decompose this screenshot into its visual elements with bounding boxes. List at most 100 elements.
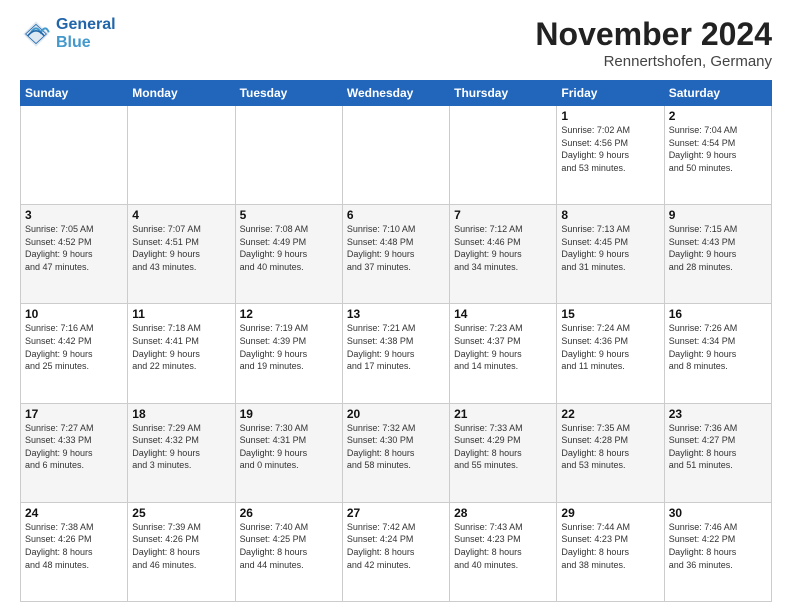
day-number: 15 [561, 307, 659, 321]
day-number: 6 [347, 208, 445, 222]
day-info: Sunrise: 7:05 AM Sunset: 4:52 PM Dayligh… [25, 223, 123, 273]
day-number: 25 [132, 506, 230, 520]
day-cell [450, 106, 557, 205]
day-cell: 28Sunrise: 7:43 AM Sunset: 4:23 PM Dayli… [450, 502, 557, 601]
day-cell: 14Sunrise: 7:23 AM Sunset: 4:37 PM Dayli… [450, 304, 557, 403]
day-info: Sunrise: 7:13 AM Sunset: 4:45 PM Dayligh… [561, 223, 659, 273]
day-number: 9 [669, 208, 767, 222]
day-cell: 19Sunrise: 7:30 AM Sunset: 4:31 PM Dayli… [235, 403, 342, 502]
day-info: Sunrise: 7:38 AM Sunset: 4:26 PM Dayligh… [25, 521, 123, 571]
day-cell: 8Sunrise: 7:13 AM Sunset: 4:45 PM Daylig… [557, 205, 664, 304]
day-number: 10 [25, 307, 123, 321]
day-number: 11 [132, 307, 230, 321]
day-cell: 5Sunrise: 7:08 AM Sunset: 4:49 PM Daylig… [235, 205, 342, 304]
logo-text: General Blue [56, 16, 116, 51]
day-info: Sunrise: 7:29 AM Sunset: 4:32 PM Dayligh… [132, 422, 230, 472]
day-info: Sunrise: 7:02 AM Sunset: 4:56 PM Dayligh… [561, 124, 659, 174]
day-number: 14 [454, 307, 552, 321]
day-info: Sunrise: 7:27 AM Sunset: 4:33 PM Dayligh… [25, 422, 123, 472]
logo: General Blue [20, 16, 116, 51]
day-info: Sunrise: 7:18 AM Sunset: 4:41 PM Dayligh… [132, 322, 230, 372]
week-row-0: 1Sunrise: 7:02 AM Sunset: 4:56 PM Daylig… [21, 106, 772, 205]
day-number: 13 [347, 307, 445, 321]
day-info: Sunrise: 7:44 AM Sunset: 4:23 PM Dayligh… [561, 521, 659, 571]
day-cell [128, 106, 235, 205]
day-number: 28 [454, 506, 552, 520]
day-number: 17 [25, 407, 123, 421]
day-info: Sunrise: 7:42 AM Sunset: 4:24 PM Dayligh… [347, 521, 445, 571]
calendar: Sunday Monday Tuesday Wednesday Thursday… [20, 80, 772, 602]
day-cell: 17Sunrise: 7:27 AM Sunset: 4:33 PM Dayli… [21, 403, 128, 502]
day-cell: 15Sunrise: 7:24 AM Sunset: 4:36 PM Dayli… [557, 304, 664, 403]
day-info: Sunrise: 7:08 AM Sunset: 4:49 PM Dayligh… [240, 223, 338, 273]
day-number: 8 [561, 208, 659, 222]
header-tuesday: Tuesday [235, 81, 342, 106]
day-number: 7 [454, 208, 552, 222]
day-info: Sunrise: 7:30 AM Sunset: 4:31 PM Dayligh… [240, 422, 338, 472]
day-number: 5 [240, 208, 338, 222]
day-info: Sunrise: 7:12 AM Sunset: 4:46 PM Dayligh… [454, 223, 552, 273]
day-cell: 16Sunrise: 7:26 AM Sunset: 4:34 PM Dayli… [664, 304, 771, 403]
header-saturday: Saturday [664, 81, 771, 106]
day-info: Sunrise: 7:24 AM Sunset: 4:36 PM Dayligh… [561, 322, 659, 372]
header-sunday: Sunday [21, 81, 128, 106]
day-cell: 12Sunrise: 7:19 AM Sunset: 4:39 PM Dayli… [235, 304, 342, 403]
day-cell: 29Sunrise: 7:44 AM Sunset: 4:23 PM Dayli… [557, 502, 664, 601]
day-number: 24 [25, 506, 123, 520]
day-info: Sunrise: 7:32 AM Sunset: 4:30 PM Dayligh… [347, 422, 445, 472]
day-number: 4 [132, 208, 230, 222]
day-number: 3 [25, 208, 123, 222]
day-cell: 11Sunrise: 7:18 AM Sunset: 4:41 PM Dayli… [128, 304, 235, 403]
page: General Blue November 2024 Rennertshofen… [0, 0, 792, 612]
day-cell: 10Sunrise: 7:16 AM Sunset: 4:42 PM Dayli… [21, 304, 128, 403]
week-row-3: 17Sunrise: 7:27 AM Sunset: 4:33 PM Dayli… [21, 403, 772, 502]
day-cell: 24Sunrise: 7:38 AM Sunset: 4:26 PM Dayli… [21, 502, 128, 601]
day-cell: 26Sunrise: 7:40 AM Sunset: 4:25 PM Dayli… [235, 502, 342, 601]
header-thursday: Thursday [450, 81, 557, 106]
day-number: 1 [561, 109, 659, 123]
day-info: Sunrise: 7:04 AM Sunset: 4:54 PM Dayligh… [669, 124, 767, 174]
day-cell: 25Sunrise: 7:39 AM Sunset: 4:26 PM Dayli… [128, 502, 235, 601]
day-cell: 23Sunrise: 7:36 AM Sunset: 4:27 PM Dayli… [664, 403, 771, 502]
week-row-4: 24Sunrise: 7:38 AM Sunset: 4:26 PM Dayli… [21, 502, 772, 601]
day-info: Sunrise: 7:19 AM Sunset: 4:39 PM Dayligh… [240, 322, 338, 372]
location: Rennertshofen, Germany [535, 53, 772, 70]
day-cell: 21Sunrise: 7:33 AM Sunset: 4:29 PM Dayli… [450, 403, 557, 502]
day-info: Sunrise: 7:35 AM Sunset: 4:28 PM Dayligh… [561, 422, 659, 472]
day-cell: 18Sunrise: 7:29 AM Sunset: 4:32 PM Dayli… [128, 403, 235, 502]
day-number: 27 [347, 506, 445, 520]
day-cell: 7Sunrise: 7:12 AM Sunset: 4:46 PM Daylig… [450, 205, 557, 304]
day-info: Sunrise: 7:40 AM Sunset: 4:25 PM Dayligh… [240, 521, 338, 571]
day-info: Sunrise: 7:36 AM Sunset: 4:27 PM Dayligh… [669, 422, 767, 472]
day-number: 16 [669, 307, 767, 321]
day-number: 21 [454, 407, 552, 421]
day-number: 19 [240, 407, 338, 421]
month-title: November 2024 [535, 16, 772, 53]
day-info: Sunrise: 7:15 AM Sunset: 4:43 PM Dayligh… [669, 223, 767, 273]
day-cell: 3Sunrise: 7:05 AM Sunset: 4:52 PM Daylig… [21, 205, 128, 304]
day-number: 2 [669, 109, 767, 123]
day-cell: 2Sunrise: 7:04 AM Sunset: 4:54 PM Daylig… [664, 106, 771, 205]
header-wednesday: Wednesday [342, 81, 449, 106]
day-info: Sunrise: 7:10 AM Sunset: 4:48 PM Dayligh… [347, 223, 445, 273]
header-friday: Friday [557, 81, 664, 106]
week-row-2: 10Sunrise: 7:16 AM Sunset: 4:42 PM Dayli… [21, 304, 772, 403]
title-block: November 2024 Rennertshofen, Germany [535, 16, 772, 70]
day-cell [21, 106, 128, 205]
day-info: Sunrise: 7:16 AM Sunset: 4:42 PM Dayligh… [25, 322, 123, 372]
day-info: Sunrise: 7:07 AM Sunset: 4:51 PM Dayligh… [132, 223, 230, 273]
weekday-header-row: Sunday Monday Tuesday Wednesday Thursday… [21, 81, 772, 106]
day-cell: 9Sunrise: 7:15 AM Sunset: 4:43 PM Daylig… [664, 205, 771, 304]
day-number: 22 [561, 407, 659, 421]
day-info: Sunrise: 7:39 AM Sunset: 4:26 PM Dayligh… [132, 521, 230, 571]
logo-icon [20, 18, 52, 50]
day-cell: 30Sunrise: 7:46 AM Sunset: 4:22 PM Dayli… [664, 502, 771, 601]
day-number: 23 [669, 407, 767, 421]
day-cell: 4Sunrise: 7:07 AM Sunset: 4:51 PM Daylig… [128, 205, 235, 304]
day-number: 29 [561, 506, 659, 520]
day-cell [235, 106, 342, 205]
day-number: 12 [240, 307, 338, 321]
day-number: 20 [347, 407, 445, 421]
day-cell: 6Sunrise: 7:10 AM Sunset: 4:48 PM Daylig… [342, 205, 449, 304]
day-cell [342, 106, 449, 205]
